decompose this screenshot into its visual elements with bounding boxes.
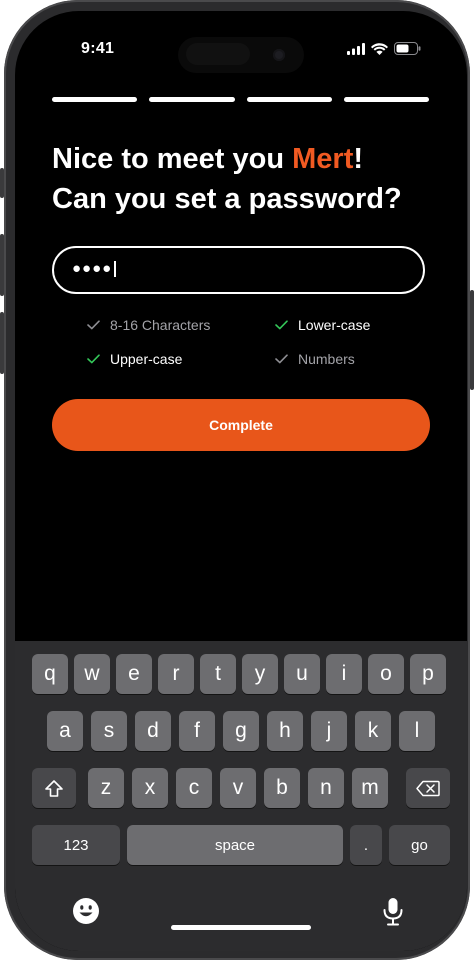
wifi-icon <box>371 42 388 55</box>
check-icon <box>87 320 100 330</box>
action-button <box>0 168 4 198</box>
key-s[interactable]: s <box>91 711 127 751</box>
password-value: ●●●● <box>72 260 113 277</box>
status-icons <box>347 42 421 55</box>
rule-label: Upper-case <box>110 351 183 367</box>
key-f[interactable]: f <box>179 711 215 751</box>
volume-down-button <box>0 312 4 374</box>
key-p[interactable]: p <box>410 654 446 694</box>
key-k[interactable]: k <box>355 711 391 751</box>
title-line-1: Nice to meet you Mert! <box>52 139 442 179</box>
complete-button[interactable]: Complete <box>52 399 430 451</box>
key-m[interactable]: m <box>352 768 388 808</box>
rule-label: 8-16 Characters <box>110 317 211 333</box>
status-bar: 9:41 <box>15 11 467 73</box>
island-sensor <box>186 43 250 65</box>
key-t[interactable]: t <box>200 654 236 694</box>
shift-key[interactable] <box>32 768 76 808</box>
rule-length: 8-16 Characters <box>87 317 210 333</box>
status-time: 9:41 <box>81 40 115 57</box>
key-c[interactable]: c <box>176 768 212 808</box>
rule-numbers: Numbers <box>275 351 355 367</box>
title-exclamation: ! <box>353 143 364 175</box>
key-a[interactable]: a <box>47 711 83 751</box>
progress-step-1 <box>52 97 138 102</box>
key-l[interactable]: l <box>399 711 435 751</box>
rule-label: Lower-case <box>298 317 371 333</box>
power-button <box>470 290 474 390</box>
signal-icon <box>347 42 365 55</box>
check-icon <box>275 354 288 364</box>
screen: 9:41 Nice to meet you Mert! Can you set … <box>15 11 467 951</box>
key-q[interactable]: q <box>32 654 68 694</box>
rule-lowercase: Lower-case <box>275 317 370 333</box>
battery-icon <box>394 42 421 55</box>
go-key[interactable]: go <box>389 825 450 865</box>
progress-step-4 <box>343 97 429 102</box>
numbers-key[interactable]: 123 <box>32 825 120 865</box>
key-j[interactable]: j <box>311 711 347 751</box>
password-input[interactable]: ●●●● <box>52 246 425 294</box>
key-g[interactable]: g <box>223 711 259 751</box>
microphone-icon <box>383 898 403 926</box>
volume-up-button <box>0 234 4 296</box>
key-d[interactable]: d <box>135 711 171 751</box>
step-progress <box>52 97 429 102</box>
page-title: Nice to meet you Mert! Can you set a pas… <box>52 139 442 219</box>
key-x[interactable]: x <box>132 768 168 808</box>
keyboard: q w e r t y u i o p a s d f g h j k l z … <box>15 641 467 951</box>
title-line-2: Can you set a password? <box>52 183 402 215</box>
key-i[interactable]: i <box>326 654 362 694</box>
title-greeting: Nice to meet you <box>52 143 293 175</box>
key-y[interactable]: y <box>242 654 278 694</box>
dictation-button[interactable] <box>382 897 408 927</box>
emoji-button[interactable] <box>72 897 102 927</box>
dynamic-island <box>178 37 304 73</box>
home-indicator[interactable] <box>171 925 311 930</box>
text-caret <box>114 261 116 278</box>
progress-step-3 <box>246 97 332 102</box>
key-b[interactable]: b <box>264 768 300 808</box>
check-icon <box>275 320 288 330</box>
progress-step-2 <box>149 97 235 102</box>
phone-frame: 9:41 Nice to meet you Mert! Can you set … <box>0 0 474 960</box>
front-camera <box>273 49 285 61</box>
space-key[interactable]: space <box>127 825 343 865</box>
key-w[interactable]: w <box>74 654 110 694</box>
key-v[interactable]: v <box>220 768 256 808</box>
period-key[interactable]: . <box>350 825 382 865</box>
key-n[interactable]: n <box>308 768 344 808</box>
key-h[interactable]: h <box>267 711 303 751</box>
key-o[interactable]: o <box>368 654 404 694</box>
check-icon <box>87 354 100 364</box>
key-z[interactable]: z <box>88 768 124 808</box>
emoji-icon <box>73 898 99 924</box>
shift-icon <box>45 779 63 797</box>
rule-uppercase: Upper-case <box>87 351 182 367</box>
backspace-icon <box>416 780 440 796</box>
rule-label: Numbers <box>298 351 355 367</box>
user-name: Mert <box>292 143 354 175</box>
key-e[interactable]: e <box>116 654 152 694</box>
delete-key[interactable] <box>406 768 450 808</box>
key-u[interactable]: u <box>284 654 320 694</box>
key-r[interactable]: r <box>158 654 194 694</box>
